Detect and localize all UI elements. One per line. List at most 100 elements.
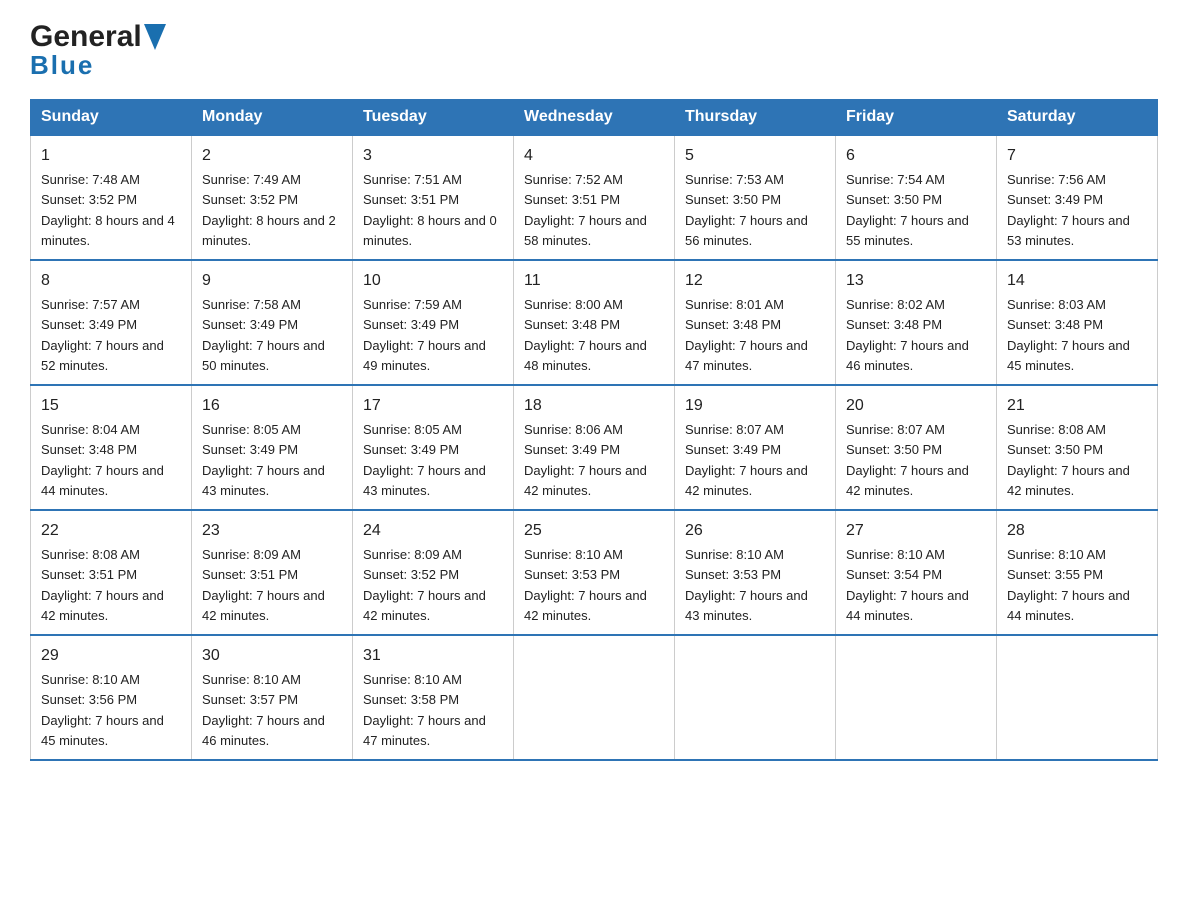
calendar-cell bbox=[997, 635, 1158, 760]
logo-blue-text: Blue bbox=[30, 50, 94, 81]
calendar-cell: 7 Sunrise: 7:56 AMSunset: 3:49 PMDayligh… bbox=[997, 135, 1158, 260]
col-tuesday: Tuesday bbox=[353, 100, 514, 136]
calendar-cell: 17 Sunrise: 8:05 AMSunset: 3:49 PMDaylig… bbox=[353, 385, 514, 510]
col-thursday: Thursday bbox=[675, 100, 836, 136]
day-info: Sunrise: 8:00 AMSunset: 3:48 PMDaylight:… bbox=[524, 297, 647, 373]
calendar-cell: 13 Sunrise: 8:02 AMSunset: 3:48 PMDaylig… bbox=[836, 260, 997, 385]
day-info: Sunrise: 8:10 AMSunset: 3:57 PMDaylight:… bbox=[202, 672, 325, 748]
calendar-cell: 31 Sunrise: 8:10 AMSunset: 3:58 PMDaylig… bbox=[353, 635, 514, 760]
day-number: 9 bbox=[202, 269, 342, 293]
day-number: 28 bbox=[1007, 519, 1147, 543]
day-number: 24 bbox=[363, 519, 503, 543]
day-info: Sunrise: 8:10 AMSunset: 3:53 PMDaylight:… bbox=[524, 547, 647, 623]
calendar-cell: 16 Sunrise: 8:05 AMSunset: 3:49 PMDaylig… bbox=[192, 385, 353, 510]
calendar-cell: 15 Sunrise: 8:04 AMSunset: 3:48 PMDaylig… bbox=[31, 385, 192, 510]
calendar-cell: 12 Sunrise: 8:01 AMSunset: 3:48 PMDaylig… bbox=[675, 260, 836, 385]
calendar-cell: 30 Sunrise: 8:10 AMSunset: 3:57 PMDaylig… bbox=[192, 635, 353, 760]
calendar-cell: 9 Sunrise: 7:58 AMSunset: 3:49 PMDayligh… bbox=[192, 260, 353, 385]
day-info: Sunrise: 8:10 AMSunset: 3:54 PMDaylight:… bbox=[846, 547, 969, 623]
day-number: 21 bbox=[1007, 394, 1147, 418]
day-info: Sunrise: 8:07 AMSunset: 3:50 PMDaylight:… bbox=[846, 422, 969, 498]
calendar-cell: 29 Sunrise: 8:10 AMSunset: 3:56 PMDaylig… bbox=[31, 635, 192, 760]
day-info: Sunrise: 7:49 AMSunset: 3:52 PMDaylight:… bbox=[202, 172, 336, 248]
calendar-cell: 4 Sunrise: 7:52 AMSunset: 3:51 PMDayligh… bbox=[514, 135, 675, 260]
calendar-cell: 2 Sunrise: 7:49 AMSunset: 3:52 PMDayligh… bbox=[192, 135, 353, 260]
day-info: Sunrise: 8:09 AMSunset: 3:52 PMDaylight:… bbox=[363, 547, 486, 623]
calendar-cell: 5 Sunrise: 7:53 AMSunset: 3:50 PMDayligh… bbox=[675, 135, 836, 260]
day-number: 18 bbox=[524, 394, 664, 418]
day-number: 31 bbox=[363, 644, 503, 668]
day-info: Sunrise: 8:09 AMSunset: 3:51 PMDaylight:… bbox=[202, 547, 325, 623]
day-info: Sunrise: 7:56 AMSunset: 3:49 PMDaylight:… bbox=[1007, 172, 1130, 248]
day-number: 16 bbox=[202, 394, 342, 418]
calendar-cell: 8 Sunrise: 7:57 AMSunset: 3:49 PMDayligh… bbox=[31, 260, 192, 385]
day-number: 30 bbox=[202, 644, 342, 668]
day-info: Sunrise: 8:08 AMSunset: 3:50 PMDaylight:… bbox=[1007, 422, 1130, 498]
day-number: 3 bbox=[363, 144, 503, 168]
day-info: Sunrise: 8:05 AMSunset: 3:49 PMDaylight:… bbox=[202, 422, 325, 498]
calendar-cell: 28 Sunrise: 8:10 AMSunset: 3:55 PMDaylig… bbox=[997, 510, 1158, 635]
logo-arrow-icon bbox=[144, 24, 166, 50]
calendar-cell: 14 Sunrise: 8:03 AMSunset: 3:48 PMDaylig… bbox=[997, 260, 1158, 385]
col-friday: Friday bbox=[836, 100, 997, 136]
calendar-cell: 3 Sunrise: 7:51 AMSunset: 3:51 PMDayligh… bbox=[353, 135, 514, 260]
day-info: Sunrise: 8:07 AMSunset: 3:49 PMDaylight:… bbox=[685, 422, 808, 498]
day-info: Sunrise: 8:05 AMSunset: 3:49 PMDaylight:… bbox=[363, 422, 486, 498]
calendar-cell: 22 Sunrise: 8:08 AMSunset: 3:51 PMDaylig… bbox=[31, 510, 192, 635]
day-info: Sunrise: 8:02 AMSunset: 3:48 PMDaylight:… bbox=[846, 297, 969, 373]
day-number: 7 bbox=[1007, 144, 1147, 168]
day-number: 2 bbox=[202, 144, 342, 168]
calendar-cell bbox=[836, 635, 997, 760]
calendar-week-row: 8 Sunrise: 7:57 AMSunset: 3:49 PMDayligh… bbox=[31, 260, 1158, 385]
day-number: 8 bbox=[41, 269, 181, 293]
day-number: 25 bbox=[524, 519, 664, 543]
calendar-cell: 10 Sunrise: 7:59 AMSunset: 3:49 PMDaylig… bbox=[353, 260, 514, 385]
day-number: 1 bbox=[41, 144, 181, 168]
calendar-cell: 19 Sunrise: 8:07 AMSunset: 3:49 PMDaylig… bbox=[675, 385, 836, 510]
logo-general-text: General bbox=[30, 20, 142, 54]
calendar-cell bbox=[675, 635, 836, 760]
day-info: Sunrise: 7:59 AMSunset: 3:49 PMDaylight:… bbox=[363, 297, 486, 373]
day-info: Sunrise: 8:10 AMSunset: 3:58 PMDaylight:… bbox=[363, 672, 486, 748]
calendar-cell: 21 Sunrise: 8:08 AMSunset: 3:50 PMDaylig… bbox=[997, 385, 1158, 510]
day-info: Sunrise: 7:52 AMSunset: 3:51 PMDaylight:… bbox=[524, 172, 647, 248]
day-number: 26 bbox=[685, 519, 825, 543]
day-number: 13 bbox=[846, 269, 986, 293]
day-info: Sunrise: 8:04 AMSunset: 3:48 PMDaylight:… bbox=[41, 422, 164, 498]
day-info: Sunrise: 8:10 AMSunset: 3:55 PMDaylight:… bbox=[1007, 547, 1130, 623]
calendar-week-row: 29 Sunrise: 8:10 AMSunset: 3:56 PMDaylig… bbox=[31, 635, 1158, 760]
day-number: 4 bbox=[524, 144, 664, 168]
day-info: Sunrise: 8:06 AMSunset: 3:49 PMDaylight:… bbox=[524, 422, 647, 498]
day-number: 22 bbox=[41, 519, 181, 543]
day-number: 5 bbox=[685, 144, 825, 168]
day-number: 10 bbox=[363, 269, 503, 293]
calendar-header-row: Sunday Monday Tuesday Wednesday Thursday… bbox=[31, 100, 1158, 136]
calendar-cell: 25 Sunrise: 8:10 AMSunset: 3:53 PMDaylig… bbox=[514, 510, 675, 635]
col-sunday: Sunday bbox=[31, 100, 192, 136]
col-wednesday: Wednesday bbox=[514, 100, 675, 136]
day-number: 27 bbox=[846, 519, 986, 543]
day-number: 29 bbox=[41, 644, 181, 668]
day-number: 19 bbox=[685, 394, 825, 418]
calendar-cell: 6 Sunrise: 7:54 AMSunset: 3:50 PMDayligh… bbox=[836, 135, 997, 260]
calendar-cell: 26 Sunrise: 8:10 AMSunset: 3:53 PMDaylig… bbox=[675, 510, 836, 635]
day-number: 23 bbox=[202, 519, 342, 543]
col-saturday: Saturday bbox=[997, 100, 1158, 136]
day-number: 11 bbox=[524, 269, 664, 293]
day-info: Sunrise: 7:57 AMSunset: 3:49 PMDaylight:… bbox=[41, 297, 164, 373]
col-monday: Monday bbox=[192, 100, 353, 136]
calendar-cell bbox=[514, 635, 675, 760]
day-info: Sunrise: 7:51 AMSunset: 3:51 PMDaylight:… bbox=[363, 172, 497, 248]
day-number: 17 bbox=[363, 394, 503, 418]
calendar-week-row: 1 Sunrise: 7:48 AMSunset: 3:52 PMDayligh… bbox=[31, 135, 1158, 260]
calendar-cell: 18 Sunrise: 8:06 AMSunset: 3:49 PMDaylig… bbox=[514, 385, 675, 510]
calendar-cell: 24 Sunrise: 8:09 AMSunset: 3:52 PMDaylig… bbox=[353, 510, 514, 635]
day-number: 6 bbox=[846, 144, 986, 168]
day-info: Sunrise: 8:01 AMSunset: 3:48 PMDaylight:… bbox=[685, 297, 808, 373]
day-info: Sunrise: 7:58 AMSunset: 3:49 PMDaylight:… bbox=[202, 297, 325, 373]
calendar-cell: 11 Sunrise: 8:00 AMSunset: 3:48 PMDaylig… bbox=[514, 260, 675, 385]
calendar-week-row: 22 Sunrise: 8:08 AMSunset: 3:51 PMDaylig… bbox=[31, 510, 1158, 635]
day-info: Sunrise: 8:10 AMSunset: 3:53 PMDaylight:… bbox=[685, 547, 808, 623]
page-header: General Blue bbox=[30, 20, 1158, 81]
calendar-cell: 1 Sunrise: 7:48 AMSunset: 3:52 PMDayligh… bbox=[31, 135, 192, 260]
